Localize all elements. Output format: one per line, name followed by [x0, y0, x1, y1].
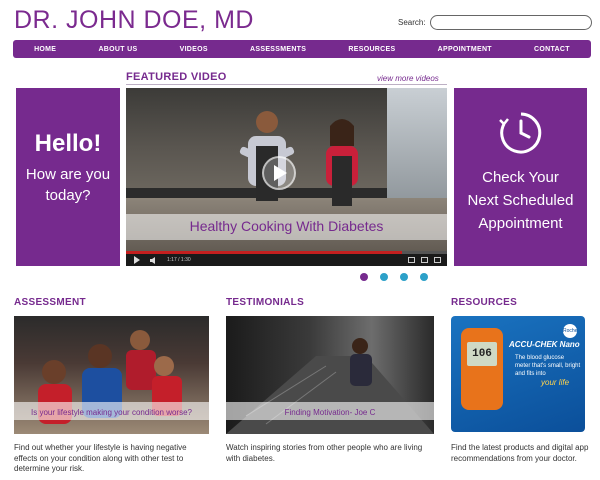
video-person-woman [326, 119, 358, 206]
search-input[interactable] [429, 15, 592, 30]
video-frame-window [387, 88, 447, 208]
featured-video-player[interactable]: Healthy Cooking With Diabetes 1:17 / 1:3… [126, 88, 447, 266]
resources-title: RESOURCES [451, 297, 518, 308]
carousel-dot-4[interactable] [420, 273, 428, 281]
nav-home[interactable]: HOME [34, 46, 56, 53]
appointment-line-2: Next Scheduled [467, 192, 574, 209]
resources-description: Find the latest products and digital app… [451, 443, 589, 463]
hello-line-1: How are you [25, 166, 111, 183]
roche-logo: Roche [563, 324, 577, 338]
appointment-line-3: Appointment [478, 215, 563, 232]
appointment-panel[interactable]: Check Your Next Scheduled Appointment [454, 88, 587, 266]
settings-icon[interactable] [408, 257, 415, 263]
view-more-videos-link[interactable]: view more videos [377, 74, 439, 83]
testimonials-caption: Finding Motivation- Joe C [284, 408, 376, 417]
nav-appointment[interactable]: APPOINTMENT [438, 46, 492, 53]
featured-video-title: FEATURED VIDEO [126, 71, 227, 83]
main-nav: HOME ABOUT US VIDEOS ASSESSMENTS RESOURC… [13, 40, 591, 58]
appointment-line-1: Check Your [482, 169, 559, 186]
testimonials-title: TESTIMONIALS [226, 297, 305, 308]
fullscreen-icon[interactable] [434, 257, 441, 263]
carousel-dots [360, 273, 428, 281]
product-tagline: your life [541, 378, 570, 387]
hello-headline: Hello! [34, 130, 102, 157]
glucose-meter: 106 [461, 328, 503, 410]
carousel-dot-2[interactable] [380, 273, 388, 281]
nav-videos[interactable]: VIDEOS [180, 46, 208, 53]
resources-product-image[interactable]: 106 Roche ACCU-CHEK Nano The blood gluco… [451, 316, 585, 432]
video-play-button[interactable] [262, 156, 296, 190]
assessment-caption: Is your lifestyle making your condition … [31, 408, 192, 417]
play-icon [274, 165, 287, 181]
nav-assessments[interactable]: ASSESSMENTS [250, 46, 306, 53]
hello-panel[interactable]: Hello! How are you today? [16, 88, 120, 266]
control-play-icon[interactable] [134, 256, 140, 264]
carousel-dot-1[interactable] [360, 273, 368, 281]
video-time: 1:17 / 1:30 [167, 257, 191, 263]
search-label: Search: [398, 18, 426, 27]
youtube-icon[interactable] [421, 257, 428, 263]
video-controls-right [408, 257, 441, 263]
nav-contact[interactable]: CONTACT [534, 46, 570, 53]
testimonials-description: Watch inspiring stories from other peopl… [226, 443, 423, 463]
clock-icon [499, 112, 542, 154]
video-caption: Healthy Cooking With Diabetes [189, 218, 384, 234]
assessment-title: ASSESSMENT [14, 297, 86, 308]
product-brand: ACCU-CHEK Nano [509, 340, 580, 349]
meter-reading: 106 [467, 342, 497, 366]
product-text: The blood glucose meter that's small, br… [515, 355, 581, 377]
carousel-dot-3[interactable] [400, 273, 408, 281]
assessment-image[interactable]: Is your lifestyle making your condition … [14, 316, 209, 434]
search-area: Search: [398, 15, 592, 30]
volume-icon[interactable] [150, 256, 159, 264]
hello-line-2: today? [45, 187, 91, 204]
appointment-text: Check Your Next Scheduled Appointment [454, 166, 587, 235]
video-controls: 1:17 / 1:30 [126, 254, 447, 266]
nav-about-us[interactable]: ABOUT US [98, 46, 137, 53]
nav-resources[interactable]: RESOURCES [348, 46, 395, 53]
featured-divider [126, 84, 447, 85]
assessment-description: Find out whether your lifestyle is havin… [14, 443, 187, 473]
site-title[interactable]: DR. JOHN DOE, MD [14, 6, 254, 35]
testimonials-video[interactable]: Finding Motivation- Joe C [226, 316, 434, 434]
